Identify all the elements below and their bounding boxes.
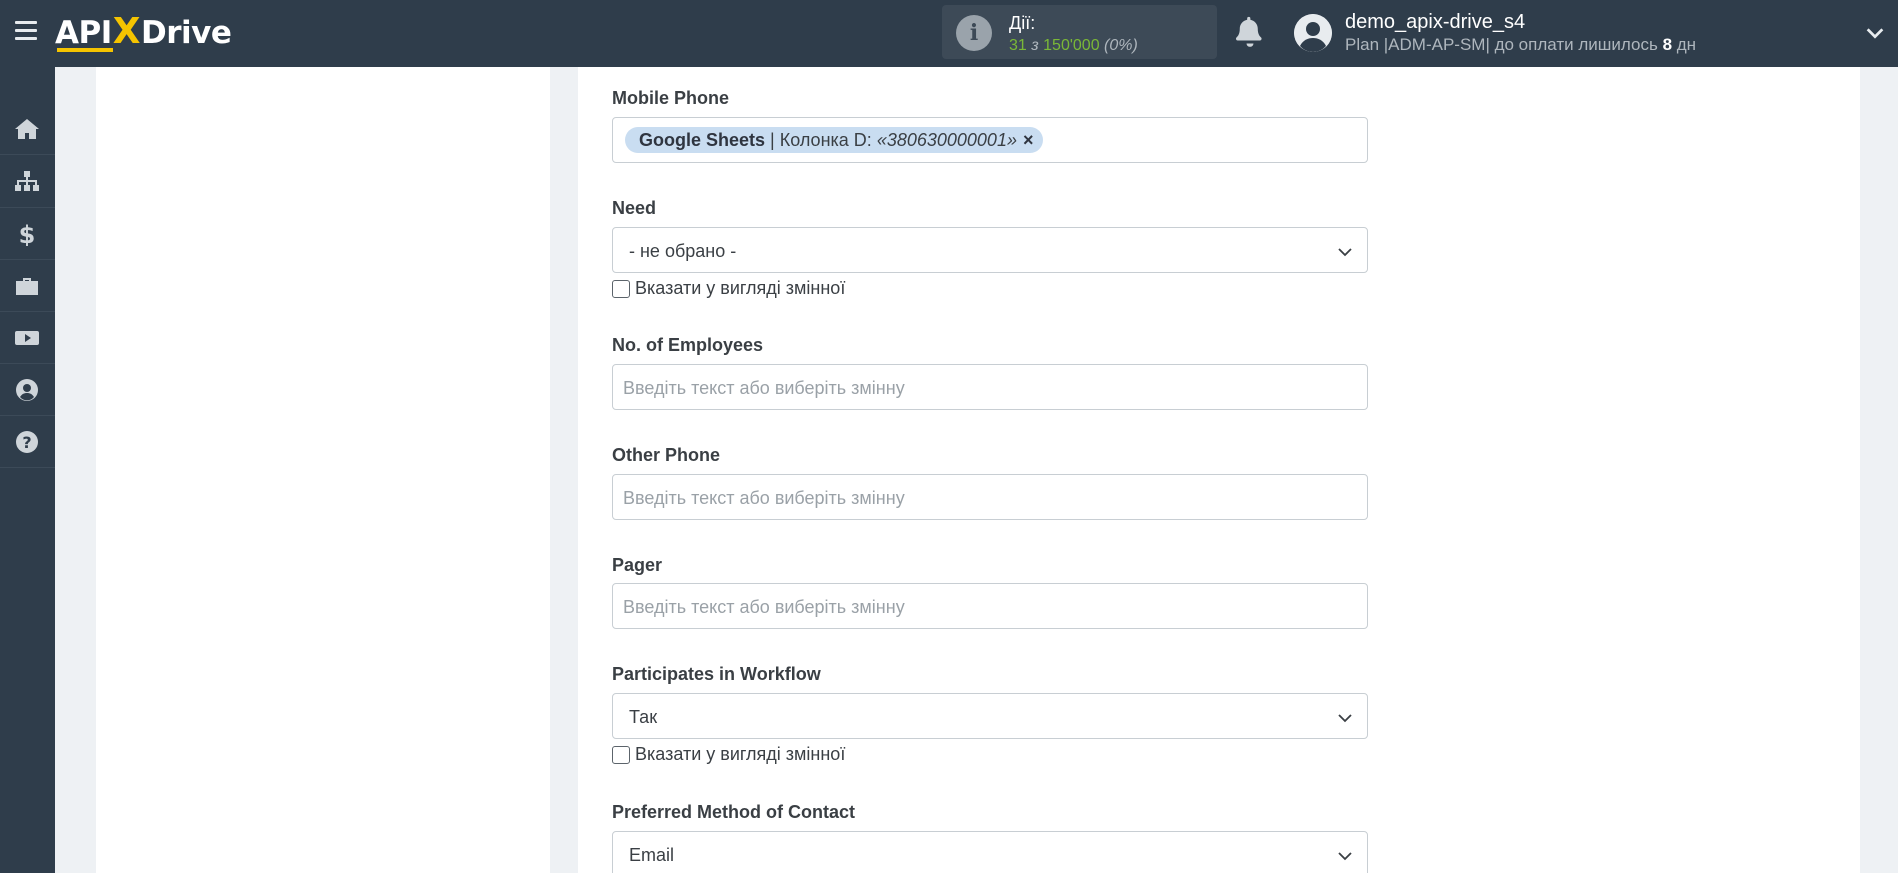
workflow-as-variable-checkbox[interactable]: Вказати у вигляді змінної <box>612 744 872 766</box>
home-icon <box>15 119 39 139</box>
mobile-phone-field[interactable]: Google Sheets | Колонка D: «380630000001… <box>612 117 1368 163</box>
user-icon <box>16 379 38 401</box>
menu-icon[interactable] <box>15 21 37 43</box>
actions-value: 31 з 150'000 (0%) <box>1009 37 1138 54</box>
sidebar-item-connections[interactable] <box>0 156 55 208</box>
label-contact-method: Preferred Method of Contact <box>612 802 856 822</box>
employees-input[interactable]: Введіть текст або виберіть змінну <box>612 364 1368 410</box>
sidebar-item-home[interactable] <box>0 103 55 155</box>
workflow-select[interactable]: Так <box>612 693 1368 739</box>
info-icon: i <box>956 15 992 51</box>
label-employees: No. of Employees <box>612 335 764 355</box>
sidebar-item-help[interactable]: ? <box>0 416 55 468</box>
variable-tag: Google Sheets | Колонка D: «380630000001… <box>625 127 1044 153</box>
tag-remove-button[interactable]: × <box>1023 127 1034 153</box>
dollar-icon: $ <box>19 222 36 246</box>
contact-method-select[interactable]: Email <box>612 831 1368 873</box>
sidebar-item-account[interactable] <box>0 364 55 416</box>
avatar[interactable] <box>1294 14 1332 52</box>
label-workflow: Participates in Workflow <box>612 664 821 684</box>
chevron-down-icon <box>1338 852 1352 861</box>
actions-counter: i Дії: 31 з 150'000 (0%) <box>942 5 1217 59</box>
username[interactable]: demo_apix-drive_s4 <box>1345 11 1525 34</box>
sitemap-icon <box>15 171 39 191</box>
top-bar: APIXDrive i Дії: 31 з 150'000 (0%) demo_… <box>0 0 1898 67</box>
other-phone-input[interactable]: Введіть текст або виберіть змінну <box>612 474 1368 520</box>
chevron-down-icon <box>1338 714 1352 723</box>
sidebar-item-video[interactable] <box>0 312 55 364</box>
left-panel <box>96 67 550 873</box>
chevron-down-icon[interactable] <box>1864 22 1886 44</box>
youtube-icon <box>15 331 39 345</box>
need-as-variable-checkbox[interactable]: Вказати у вигляді змінної <box>612 278 872 300</box>
sidebar: $ ? <box>0 67 55 873</box>
need-select[interactable]: - не обрано - <box>612 227 1368 273</box>
pager-input[interactable]: Введіть текст або виберіть змінну <box>612 583 1368 629</box>
briefcase-icon <box>16 278 38 295</box>
label-pager: Pager <box>612 555 663 575</box>
plan-info: Plan |ADM-AP-SM| до оплати лишилось 8 дн <box>1345 35 1697 54</box>
label-need: Need <box>612 198 657 218</box>
label-other-phone: Other Phone <box>612 445 721 465</box>
label-mobile-phone: Mobile Phone <box>612 88 729 108</box>
sidebar-item-billing[interactable]: $ <box>0 208 55 260</box>
bell-icon[interactable] <box>1235 16 1265 48</box>
chevron-down-icon <box>1338 248 1352 257</box>
question-icon: ? <box>16 431 38 453</box>
actions-title: Дії: <box>1009 13 1036 33</box>
logo[interactable]: APIXDrive <box>55 11 232 52</box>
svg-text:?: ? <box>22 433 31 452</box>
sidebar-item-services[interactable] <box>0 260 55 312</box>
svg-text:$: $ <box>19 222 36 246</box>
